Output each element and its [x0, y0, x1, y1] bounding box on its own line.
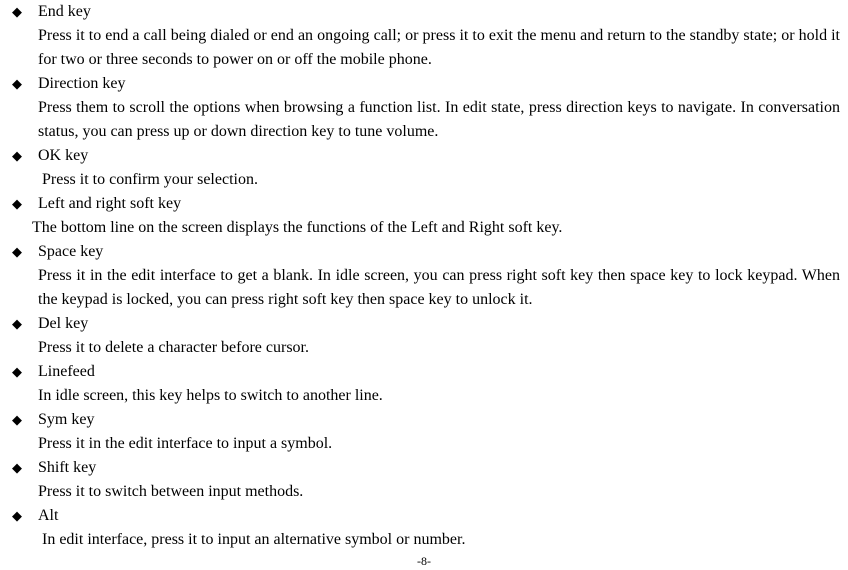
- list-item: ◆LinefeedIn idle screen, this key helps …: [8, 360, 840, 408]
- item-title: Shift key: [38, 456, 96, 480]
- item-description: Press it to delete a character before cu…: [8, 336, 840, 360]
- item-description: In idle screen, this key helps to switch…: [8, 384, 840, 408]
- bullet-line: ◆Sym key: [8, 408, 840, 432]
- diamond-bullet-icon: ◆: [8, 408, 38, 432]
- item-title: OK key: [38, 144, 88, 168]
- item-title: Alt: [38, 504, 58, 528]
- list-item: ◆Direction keyPress them to scroll the o…: [8, 72, 840, 144]
- bullet-line: ◆Direction key: [8, 72, 840, 96]
- diamond-bullet-icon: ◆: [8, 360, 38, 384]
- item-title: Sym key: [38, 408, 94, 432]
- item-description: Press it in the edit interface to get a …: [8, 264, 840, 312]
- list-item: ◆AltIn edit interface, press it to input…: [8, 504, 840, 552]
- bullet-line: ◆Linefeed: [8, 360, 840, 384]
- item-description: Press it in the edit interface to input …: [8, 432, 840, 456]
- diamond-bullet-icon: ◆: [8, 456, 38, 480]
- item-title: Del key: [38, 312, 88, 336]
- page-number: -8-: [8, 554, 840, 569]
- diamond-bullet-icon: ◆: [8, 72, 38, 96]
- item-description: The bottom line on the screen displays t…: [8, 216, 840, 240]
- diamond-bullet-icon: ◆: [8, 312, 38, 336]
- diamond-bullet-icon: ◆: [8, 240, 38, 264]
- list-item: ◆OK keyPress it to confirm your selectio…: [8, 144, 840, 192]
- diamond-bullet-icon: ◆: [8, 0, 38, 24]
- item-description: In edit interface, press it to input an …: [8, 528, 840, 552]
- item-title: Linefeed: [38, 360, 95, 384]
- bullet-line: ◆Shift key: [8, 456, 840, 480]
- list-item: ◆End keyPress it to end a call being dia…: [8, 0, 840, 72]
- list-item: ◆Del keyPress it to delete a character b…: [8, 312, 840, 360]
- item-description: Press it to end a call being dialed or e…: [8, 24, 840, 72]
- bullet-line: ◆OK key: [8, 144, 840, 168]
- document-content: ◆End keyPress it to end a call being dia…: [8, 0, 840, 552]
- item-title: Space key: [38, 240, 103, 264]
- item-title: End key: [38, 0, 91, 24]
- item-description: Press it to switch between input methods…: [8, 480, 840, 504]
- item-description: Press it to confirm your selection.: [8, 168, 840, 192]
- bullet-line: ◆Space key: [8, 240, 840, 264]
- bullet-line: ◆Left and right soft key: [8, 192, 840, 216]
- list-item: ◆Sym keyPress it in the edit interface t…: [8, 408, 840, 456]
- list-item: ◆Space keyPress it in the edit interface…: [8, 240, 840, 312]
- diamond-bullet-icon: ◆: [8, 192, 38, 216]
- list-item: ◆Shift keyPress it to switch between inp…: [8, 456, 840, 504]
- item-description: Press them to scroll the options when br…: [8, 96, 840, 144]
- bullet-line: ◆Del key: [8, 312, 840, 336]
- bullet-line: ◆End key: [8, 0, 840, 24]
- bullet-line: ◆Alt: [8, 504, 840, 528]
- diamond-bullet-icon: ◆: [8, 144, 38, 168]
- list-item: ◆Left and right soft keyThe bottom line …: [8, 192, 840, 240]
- item-title: Left and right soft key: [38, 192, 181, 216]
- diamond-bullet-icon: ◆: [8, 504, 38, 528]
- item-title: Direction key: [38, 72, 126, 96]
